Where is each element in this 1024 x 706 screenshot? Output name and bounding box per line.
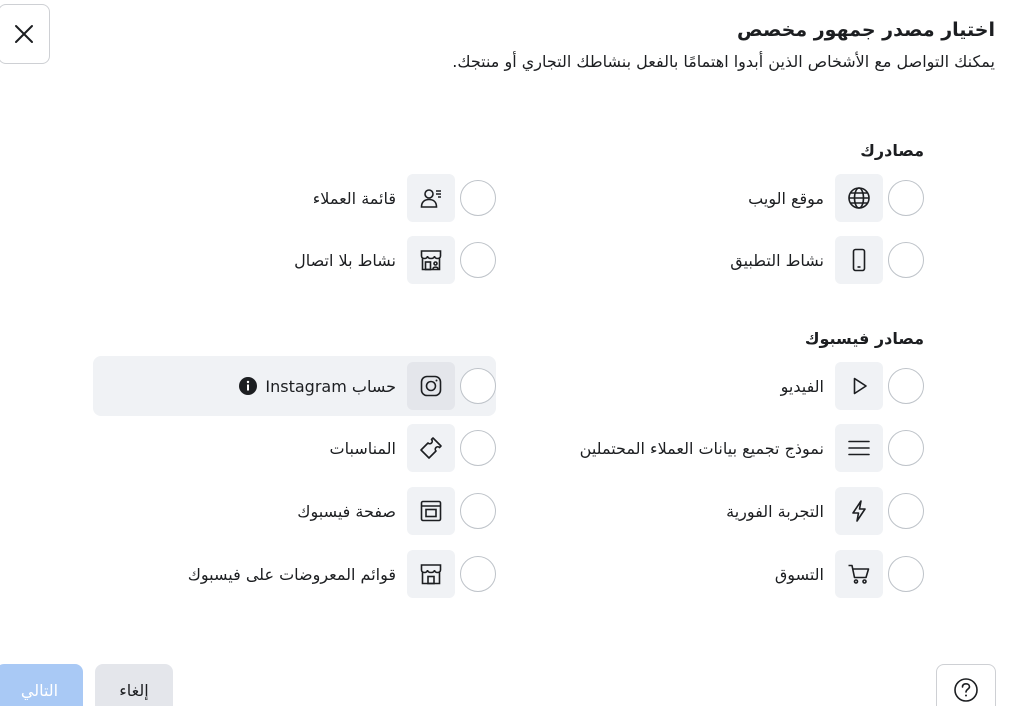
close-button[interactable] <box>0 4 50 64</box>
page-icon <box>407 487 455 535</box>
radio-button[interactable] <box>888 242 924 278</box>
store-icon <box>407 236 455 284</box>
radio-button[interactable] <box>888 368 924 404</box>
option-facebook-page[interactable]: صفحة فيسبوك <box>289 481 496 541</box>
close-icon <box>13 23 35 45</box>
mobile-icon <box>835 236 883 284</box>
option-label: صفحة فيسبوك <box>297 501 396 521</box>
option-events[interactable]: المناسبات <box>322 418 496 478</box>
option-label: الفيديو <box>780 376 824 396</box>
radio-button[interactable] <box>888 556 924 592</box>
radio-button[interactable] <box>460 430 496 466</box>
option-instagram-account[interactable]: حساب Instagram <box>93 356 496 416</box>
option-app-activity[interactable]: نشاط التطبيق <box>722 230 924 290</box>
option-offline-activity[interactable]: نشاط بلا اتصال <box>286 230 496 290</box>
ticket-icon <box>407 424 455 472</box>
option-video[interactable]: الفيديو <box>773 356 924 416</box>
option-instant-experience[interactable]: التجربة الفورية <box>718 481 924 541</box>
option-shopping[interactable]: التسوق <box>767 544 924 604</box>
option-label: التجربة الفورية <box>726 501 824 521</box>
option-label: حساب Instagram <box>265 376 396 396</box>
option-label: التسوق <box>774 564 824 584</box>
option-label: نموذج تجميع بيانات العملاء المحتملين <box>579 438 824 458</box>
radio-button[interactable] <box>888 180 924 216</box>
help-button[interactable] <box>936 664 996 706</box>
info-icon[interactable] <box>239 377 258 395</box>
dialog-subtitle: يمكنك التواصل مع الأشخاص الذين أبدوا اهت… <box>452 52 995 71</box>
option-website[interactable]: موقع الويب <box>740 168 924 228</box>
option-customer-list[interactable]: قائمة العملاء <box>305 168 496 228</box>
option-label: نشاط بلا اتصال <box>294 250 396 270</box>
radio-button[interactable] <box>888 430 924 466</box>
option-lead-form[interactable]: نموذج تجميع بيانات العملاء المحتملين <box>572 418 924 478</box>
play-icon <box>835 362 883 410</box>
instagram-icon <box>407 362 455 410</box>
lightning-icon <box>835 487 883 535</box>
question-mark-icon <box>953 677 979 703</box>
option-label: قائمة العملاء <box>312 188 396 208</box>
option-marketplace-listings[interactable]: قوائم المعروضات على فيسبوك <box>180 544 496 604</box>
dialog-title: اختيار مصدر جمهور مخصص <box>737 19 995 41</box>
option-label: موقع الويب <box>748 188 824 208</box>
option-label: المناسبات <box>329 438 396 458</box>
form-lines-icon <box>835 424 883 472</box>
radio-button[interactable] <box>888 493 924 529</box>
radio-button[interactable] <box>460 368 496 404</box>
option-label: قوائم المعروضات على فيسبوك <box>187 564 396 584</box>
next-button[interactable]: التالي <box>0 664 83 706</box>
globe-icon <box>835 174 883 222</box>
section-heading-facebook-sources: مصادر فيسبوك <box>804 329 924 348</box>
cart-icon <box>835 550 883 598</box>
option-label: نشاط التطبيق <box>730 250 824 270</box>
cancel-button[interactable]: إلغاء <box>95 664 173 706</box>
marketplace-icon <box>407 550 455 598</box>
radio-button[interactable] <box>460 493 496 529</box>
section-heading-your-sources: مصادرك <box>860 141 924 160</box>
radio-button[interactable] <box>460 242 496 278</box>
radio-button[interactable] <box>460 556 496 592</box>
customer-list-icon <box>407 174 455 222</box>
radio-button[interactable] <box>460 180 496 216</box>
